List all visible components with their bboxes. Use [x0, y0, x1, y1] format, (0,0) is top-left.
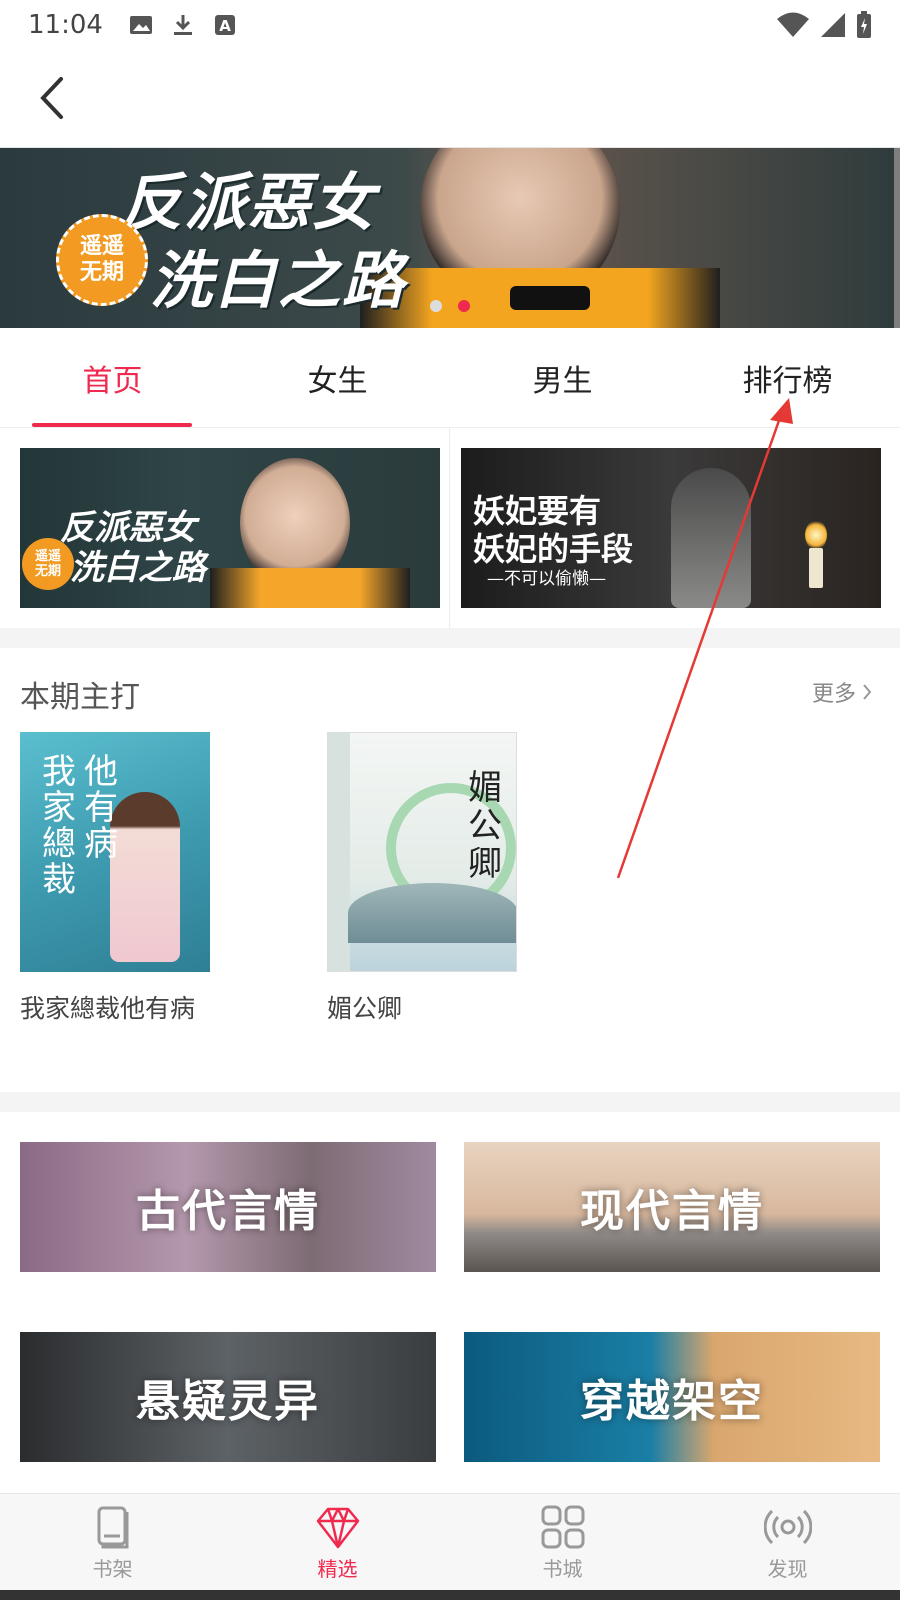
candle-flame [805, 520, 827, 550]
tab-female[interactable]: 女生 [225, 328, 450, 427]
category-label: 现代言情 [580, 1186, 764, 1237]
category-label: 古代言情 [136, 1186, 320, 1237]
hero-title-line2: 洗白之路 [150, 244, 407, 317]
hero-badge: 遥遥 无期 [56, 214, 148, 306]
category-label: 穿越架空 [580, 1376, 764, 1427]
svg-text:A: A [219, 17, 231, 35]
tab-ranking[interactable]: 排行榜 [675, 328, 900, 427]
promo-row: 反派惡女 洗白之路 遥遥 无期 妖妃要有 妖妃的手段 —不可以偷懒— [0, 428, 900, 628]
book-cover: 我家總裁 他有病 [20, 732, 210, 972]
category-ancient-romance[interactable]: 古代言情 [20, 1142, 436, 1272]
nav-label: 发现 [767, 1556, 808, 1581]
battery-icon [857, 11, 871, 38]
promo-figure [671, 468, 751, 608]
nav-label: 书城 [542, 1556, 583, 1581]
section-title: 本期主打 [20, 680, 140, 715]
book-cover: 媚公卿 [327, 732, 517, 972]
carousel-indicator [430, 300, 470, 312]
signal-icon [821, 13, 845, 37]
book-title: 媚公卿 [327, 994, 403, 1023]
tab-underline [32, 423, 192, 427]
diamond-icon [316, 1507, 359, 1548]
section-separator [0, 1092, 900, 1112]
app-bar [0, 50, 900, 148]
nav-label: 精选 [317, 1556, 358, 1581]
category-label: 悬疑灵异 [136, 1376, 320, 1427]
cover-mountains [348, 883, 516, 943]
category-modern-romance[interactable]: 现代言情 [464, 1142, 880, 1272]
bottom-nav: 书架 精选 书城 发现 [0, 1493, 900, 1590]
image-icon [129, 16, 152, 34]
grid-icon [541, 1505, 584, 1548]
promo-divider [449, 428, 450, 628]
section-separator [0, 628, 900, 648]
cover-spine [328, 733, 350, 971]
promo-badge: 遥遥 无期 [22, 538, 74, 590]
promo-title-line2: 洗白之路 [70, 548, 206, 588]
hero-bowtie [510, 286, 590, 310]
book-title: 我家總裁他有病 [20, 994, 196, 1023]
system-nav-bar [0, 1590, 900, 1600]
system-icons [776, 11, 872, 39]
broadcast-icon [763, 1509, 812, 1544]
promo-card-right[interactable]: 妖妃要有 妖妃的手段 —不可以偷懒— [461, 448, 881, 608]
hero-title-line1: 反派惡女 [120, 166, 377, 239]
nav-label: 书架 [92, 1556, 133, 1581]
promo-badge-line2: 无期 [34, 564, 61, 579]
hero-badge-line1: 遥遥 [79, 234, 124, 259]
cover-title-line1: 我家總裁 [42, 752, 76, 900]
category-time-travel[interactable]: 穿越架空 [464, 1332, 880, 1462]
tab-label: 排行榜 [742, 363, 833, 399]
promo-collar [210, 568, 410, 608]
back-arrow-icon [40, 77, 63, 119]
nav-featured[interactable]: 精选 [225, 1494, 450, 1590]
next-slide-edge [894, 148, 900, 328]
nav-bookstore[interactable]: 书城 [450, 1494, 675, 1590]
book-icon [97, 1506, 128, 1548]
tab-label: 女生 [307, 363, 368, 399]
tab-home[interactable]: 首页 [0, 328, 225, 427]
chevron-right-icon [863, 684, 872, 700]
status-bar: 11:04 A [0, 0, 900, 50]
notification-icons: A [129, 14, 237, 36]
download-icon [173, 15, 192, 35]
more-link[interactable]: 更多 [812, 676, 872, 708]
nav-discover[interactable]: 发现 [675, 1494, 900, 1590]
status-time: 11:04 [28, 10, 103, 40]
hero-badge-line2: 无期 [79, 260, 124, 285]
category-mystery[interactable]: 悬疑灵异 [20, 1332, 436, 1462]
promo-subtitle: —不可以偷懒— [487, 569, 606, 589]
cover-title: 媚公卿 [468, 768, 502, 884]
back-button[interactable] [28, 74, 76, 122]
more-label: 更多 [811, 682, 856, 707]
candle [809, 548, 823, 588]
hero-banner[interactable]: 反派惡女 洗白之路 遥遥 无期 [0, 148, 900, 328]
font-icon: A [214, 15, 235, 35]
nav-bookshelf[interactable]: 书架 [0, 1494, 225, 1590]
promo-card-left[interactable]: 反派惡女 洗白之路 遥遥 无期 [20, 448, 440, 608]
tab-label: 男生 [532, 363, 593, 399]
category-tabs: 首页 女生 男生 排行榜 [0, 328, 900, 428]
tab-male[interactable]: 男生 [450, 328, 675, 427]
wifi-icon [777, 12, 809, 37]
book-card[interactable]: 媚公卿 媚公卿 [327, 732, 517, 1028]
carousel-dot-active[interactable] [458, 300, 470, 312]
carousel-dot[interactable] [430, 300, 442, 312]
promo-badge-line1: 遥遥 [34, 549, 61, 564]
tab-label: 首页 [82, 363, 143, 399]
cover-title-line2: 他有病 [84, 752, 118, 864]
book-card[interactable]: 我家總裁 他有病 我家總裁他有病 [20, 732, 210, 1028]
